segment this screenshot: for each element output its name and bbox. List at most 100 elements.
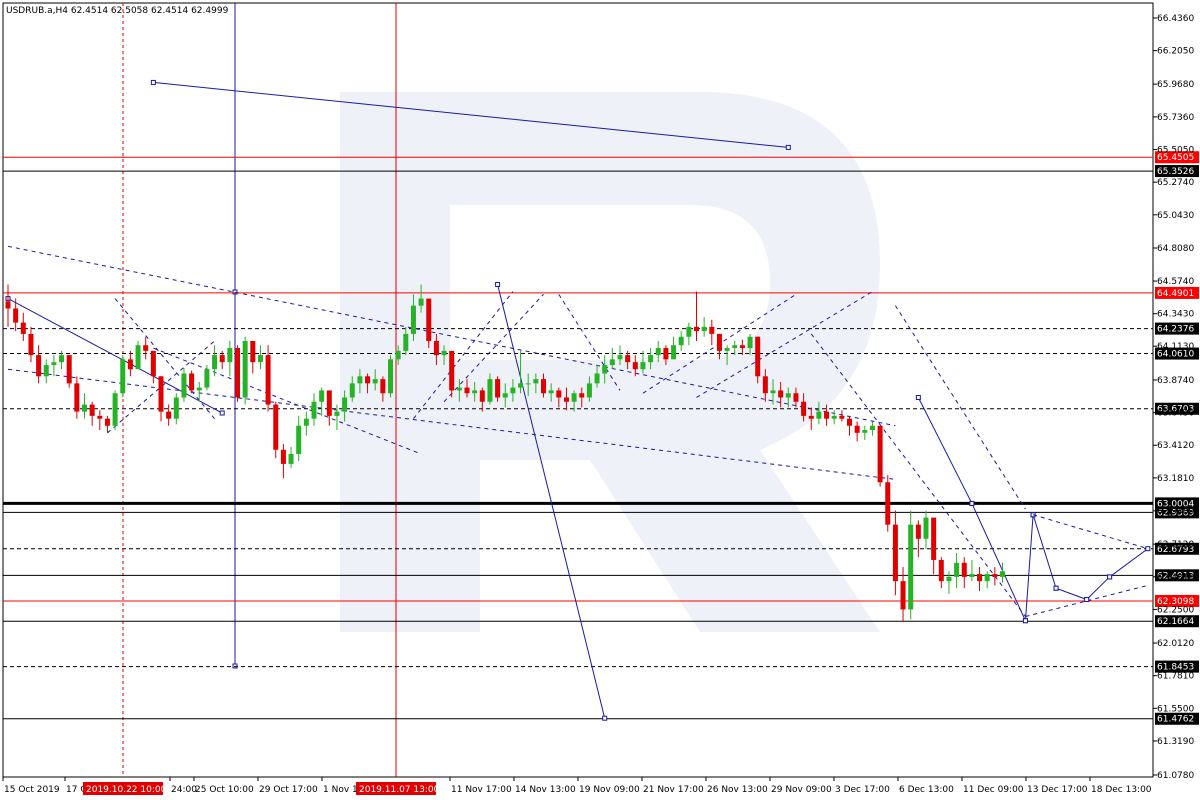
candle-body [265, 355, 271, 405]
y-tick-label: 61.3190 [1157, 737, 1194, 747]
candle-body [143, 345, 149, 351]
candle-body [594, 373, 600, 384]
y-tick-label: 65.2740 [1157, 178, 1194, 188]
candle-body [242, 340, 248, 398]
wave-point [150, 79, 156, 85]
candle-body [808, 415, 814, 419]
x-tick-label: 18 Dec 13:00 [1091, 785, 1152, 795]
candle-body [739, 345, 745, 349]
candle-body [403, 333, 409, 351]
price-level-label: 64.4901 [1157, 289, 1194, 299]
candle-body [212, 355, 218, 370]
x-tick-label: 3 Dec 17:00 [835, 785, 890, 795]
candle-body [709, 326, 715, 334]
y-tick-label: 63.1810 [1157, 474, 1194, 484]
candle-body [257, 355, 263, 363]
candle-body [273, 404, 279, 450]
candle-body [372, 379, 378, 384]
candle-body [900, 581, 906, 610]
candle-body [548, 390, 554, 394]
x-tick-label: 21 Nov 17:00 [643, 785, 704, 795]
wave-point [915, 394, 921, 400]
y-tick-label: 61.7810 [1157, 672, 1194, 682]
wave-point [1084, 597, 1090, 603]
candle-body [227, 348, 233, 363]
y-tick-label: 63.8740 [1157, 376, 1194, 386]
candle-body [869, 425, 875, 430]
candle-body [571, 393, 577, 402]
wave-point [219, 410, 225, 416]
candle-body [877, 425, 883, 483]
candle-body [625, 355, 631, 363]
wave-point [785, 144, 791, 150]
candle-body [433, 340, 439, 356]
candle-body [449, 350, 455, 391]
x-tick-label: 19 Nov 09:00 [579, 785, 640, 795]
candle-body [938, 559, 944, 582]
candle-body [487, 379, 493, 402]
candle-body [479, 390, 485, 402]
y-tick-label: 64.8080 [1157, 244, 1194, 254]
candle-body [671, 345, 677, 360]
candle-body [1000, 571, 1005, 577]
wave-point [969, 500, 975, 506]
candle-body [365, 376, 371, 384]
candle-body [181, 373, 187, 398]
candle-body [701, 326, 707, 332]
candle-body [747, 336, 753, 349]
candle-body [762, 376, 768, 394]
candle-body [456, 387, 462, 391]
y-tick-label: 62.7120 [1157, 540, 1194, 550]
candle-body [556, 390, 562, 398]
candle-body [235, 348, 240, 398]
candle-body [395, 350, 401, 360]
candle-body [510, 387, 516, 394]
candle-body [13, 308, 19, 323]
y-tick-label: 64.3430 [1157, 310, 1194, 320]
candle-body [816, 411, 822, 419]
candle-body [166, 411, 172, 419]
candle-body [908, 524, 914, 610]
x-tick-label: 29 Nov 09:00 [771, 785, 832, 795]
candle-body [82, 404, 87, 412]
time-highlight-label: 2019.11.07 13:00 [359, 785, 440, 795]
candle-body [173, 397, 179, 419]
candle-body [127, 359, 133, 370]
y-tick-label: 62.4810 [1157, 573, 1194, 583]
candle-body [150, 350, 156, 377]
candle-body [319, 390, 325, 402]
x-tick-label: 15 Oct 2019 [4, 785, 60, 795]
x-tick-label: 13 Dec 17:00 [1027, 785, 1088, 795]
wave-point [602, 715, 608, 721]
x-tick-label: 25 Oct 10:00 [195, 785, 254, 795]
y-tick-label: 65.9680 [1157, 80, 1194, 90]
candle-body [847, 418, 852, 426]
wave-point [495, 281, 501, 287]
candle-body [755, 336, 761, 377]
candle-body [954, 562, 960, 577]
candle-body [280, 449, 286, 464]
candle-body [663, 348, 669, 360]
y-tick-label: 65.0430 [1157, 211, 1194, 221]
candle-body [204, 369, 210, 388]
candle-body [586, 383, 592, 398]
candle-body [946, 576, 952, 582]
price-level-label: 65.3526 [1157, 167, 1194, 177]
candle-body [464, 387, 470, 394]
candle-body [104, 418, 110, 426]
chart-header: USDRUB.a,H4 62.4514 62.5058 62.4514 62.4… [6, 6, 229, 16]
wave-point [1145, 546, 1151, 552]
candle-body [518, 383, 524, 388]
candle-body [892, 524, 898, 582]
candle-body [43, 364, 49, 377]
candle-body [472, 390, 478, 394]
candle-body [311, 401, 317, 419]
y-tick-label: 62.0120 [1157, 639, 1194, 649]
price-level-label: 64.2376 [1157, 325, 1194, 335]
candle-body [441, 350, 447, 356]
projection-point [232, 663, 238, 669]
candle-body [678, 336, 684, 346]
candle-body [862, 429, 868, 433]
candle-body [303, 418, 309, 426]
wave-point [1107, 574, 1113, 580]
